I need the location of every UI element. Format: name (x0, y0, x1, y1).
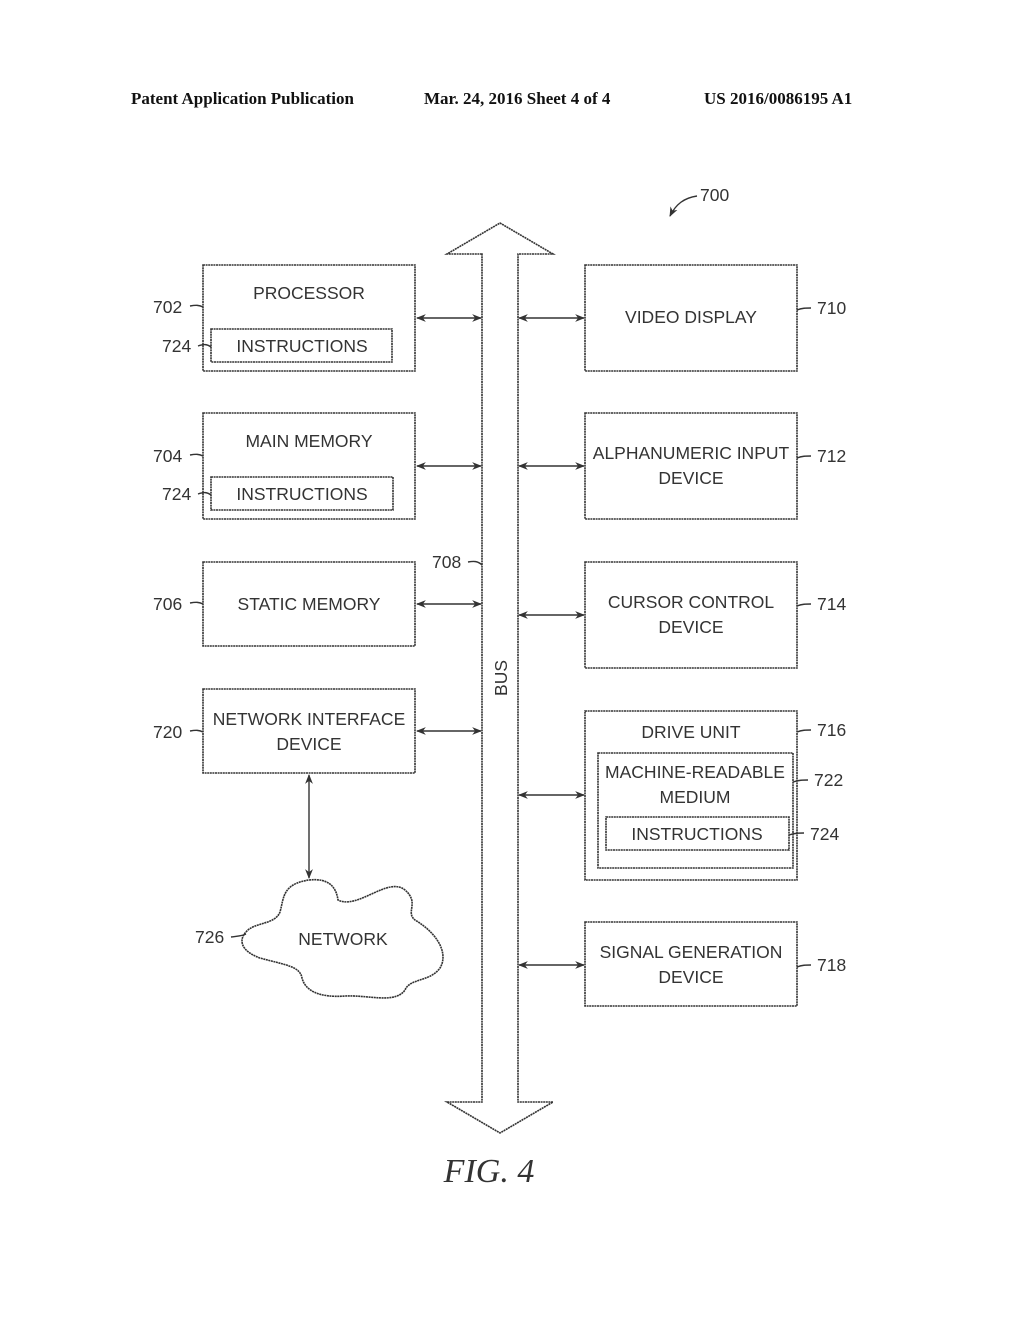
processor-instructions-label: INSTRUCTIONS (236, 336, 367, 356)
alphanumeric-input-label-line2: DEVICE (658, 468, 723, 488)
network-interface-ref: 720 (153, 722, 182, 742)
cursor-control-label-line1: CURSOR CONTROL (608, 592, 775, 612)
network-interface-device-block: NETWORK INTERFACE DEVICE 720 (153, 688, 416, 774)
main-memory-instructions-ref: 724 (162, 484, 191, 504)
static-memory-ref: 706 (153, 594, 182, 614)
signal-generation-device-block: SIGNAL GENERATION DEVICE 718 (584, 921, 846, 1007)
machine-readable-medium-block: MACHINE-READABLE MEDIUM 722 INSTRUCTIONS… (597, 752, 843, 869)
network-cloud: NETWORK 726 (195, 878, 444, 999)
signal-generation-ref: 718 (817, 955, 846, 975)
system-ref: 700 (700, 185, 729, 205)
medium-label-line1: MACHINE-READABLE (605, 762, 785, 782)
processor-ref: 702 (153, 297, 182, 317)
system-ref-arrow (669, 195, 698, 217)
cursor-control-ref: 714 (817, 594, 846, 614)
network-interface-label-line2: DEVICE (276, 734, 341, 754)
video-display-block: VIDEO DISPLAY 710 (584, 264, 846, 372)
alphanumeric-input-label-line1: ALPHANUMERIC INPUT (593, 443, 790, 463)
bus-ref: 708 (432, 552, 461, 572)
signal-generation-label-line2: DEVICE (658, 967, 723, 987)
network-ref: 726 (195, 927, 224, 947)
block-diagram: 700 BUS 708 PROCESSOR INSTRUCTIONS 702 7… (153, 185, 846, 1190)
cursor-control-device-block: CURSOR CONTROL DEVICE 714 (584, 561, 846, 669)
main-memory-instructions-label: INSTRUCTIONS (236, 484, 367, 504)
video-display-label: VIDEO DISPLAY (625, 307, 757, 327)
alphanumeric-input-device-block: ALPHANUMERIC INPUT DEVICE 712 (584, 412, 846, 520)
processor-block: PROCESSOR INSTRUCTIONS 702 724 (153, 264, 416, 372)
network-label: NETWORK (298, 929, 388, 949)
static-memory-block: STATIC MEMORY 706 (153, 561, 416, 647)
main-memory-block: MAIN MEMORY INSTRUCTIONS 704 724 (153, 412, 416, 520)
drive-instructions-ref: 724 (810, 824, 839, 844)
bus-ref-leader (467, 560, 483, 566)
alphanumeric-input-ref: 712 (817, 446, 846, 466)
drive-instructions-label: INSTRUCTIONS (631, 824, 762, 844)
drive-unit-block: DRIVE UNIT 716 MACHINE-READABLE MEDIUM 7… (584, 710, 846, 881)
bus-label: BUS (491, 660, 511, 696)
static-memory-label: STATIC MEMORY (238, 594, 381, 614)
main-memory-ref: 704 (153, 446, 182, 466)
cursor-control-label-line2: DEVICE (658, 617, 723, 637)
figure-caption: FIG. 4 (443, 1153, 535, 1190)
video-display-ref: 710 (817, 298, 846, 318)
medium-ref: 722 (814, 770, 843, 790)
processor-instructions-ref: 724 (162, 336, 191, 356)
drive-unit-label: DRIVE UNIT (641, 722, 740, 742)
main-memory-label: MAIN MEMORY (245, 431, 372, 451)
processor-label: PROCESSOR (253, 283, 365, 303)
medium-label-line2: MEDIUM (660, 787, 731, 807)
drive-unit-ref: 716 (817, 720, 846, 740)
network-interface-label-line1: NETWORK INTERFACE (213, 709, 406, 729)
signal-generation-label-line1: SIGNAL GENERATION (600, 942, 783, 962)
